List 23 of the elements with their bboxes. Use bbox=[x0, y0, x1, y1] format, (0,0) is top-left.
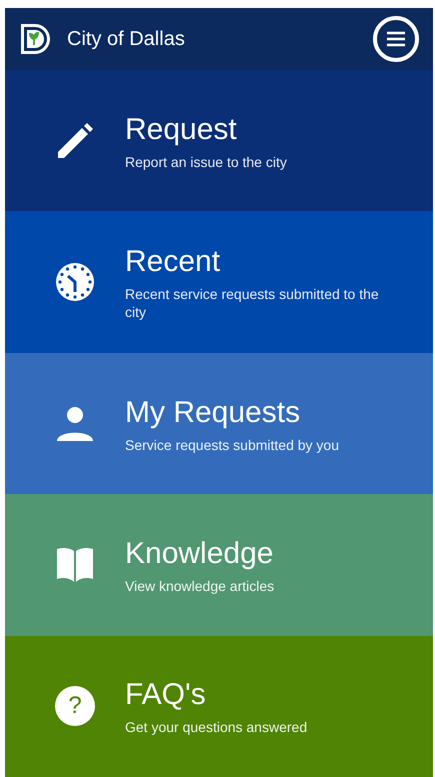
menu-tile[interactable]: Request Report an issue to the city bbox=[5, 70, 433, 212]
tile-title: Recent bbox=[125, 244, 222, 280]
tile-title: My Requests bbox=[125, 394, 302, 431]
tile-title: Knowledge bbox=[125, 536, 274, 572]
book-icon bbox=[56, 546, 94, 583]
menu-tile[interactable]: Knowledge View knowledge articles bbox=[5, 494, 433, 636]
menu-tile[interactable]: ? FAQ's Get your questions answered bbox=[5, 636, 433, 777]
app-title: City of Dallas bbox=[67, 27, 185, 52]
tile-subtitle: Service requests submitted by you bbox=[125, 436, 339, 454]
menu-tile[interactable]: Recent Recent service requests submitted to the city bbox=[5, 211, 433, 353]
person-icon bbox=[56, 404, 94, 443]
tile-subtitle: Recent service requests submitted to the city bbox=[125, 285, 380, 322]
tile-title: Request bbox=[125, 112, 238, 148]
tile-subtitle: Report an issue to the city bbox=[125, 152, 287, 171]
question-icon: ? bbox=[55, 686, 95, 726]
tile-subtitle: View knowledge articles bbox=[125, 576, 274, 595]
tile-title: FAQ's bbox=[125, 677, 207, 714]
menu-icon bbox=[386, 31, 406, 47]
pencil-icon bbox=[56, 122, 94, 160]
tile-subtitle: Get your questions answered bbox=[125, 718, 308, 736]
menu-tile[interactable]: My Requests Service requests submitted by you bbox=[5, 352, 433, 494]
clock-icon bbox=[55, 262, 95, 302]
menu-button[interactable] bbox=[373, 16, 419, 62]
